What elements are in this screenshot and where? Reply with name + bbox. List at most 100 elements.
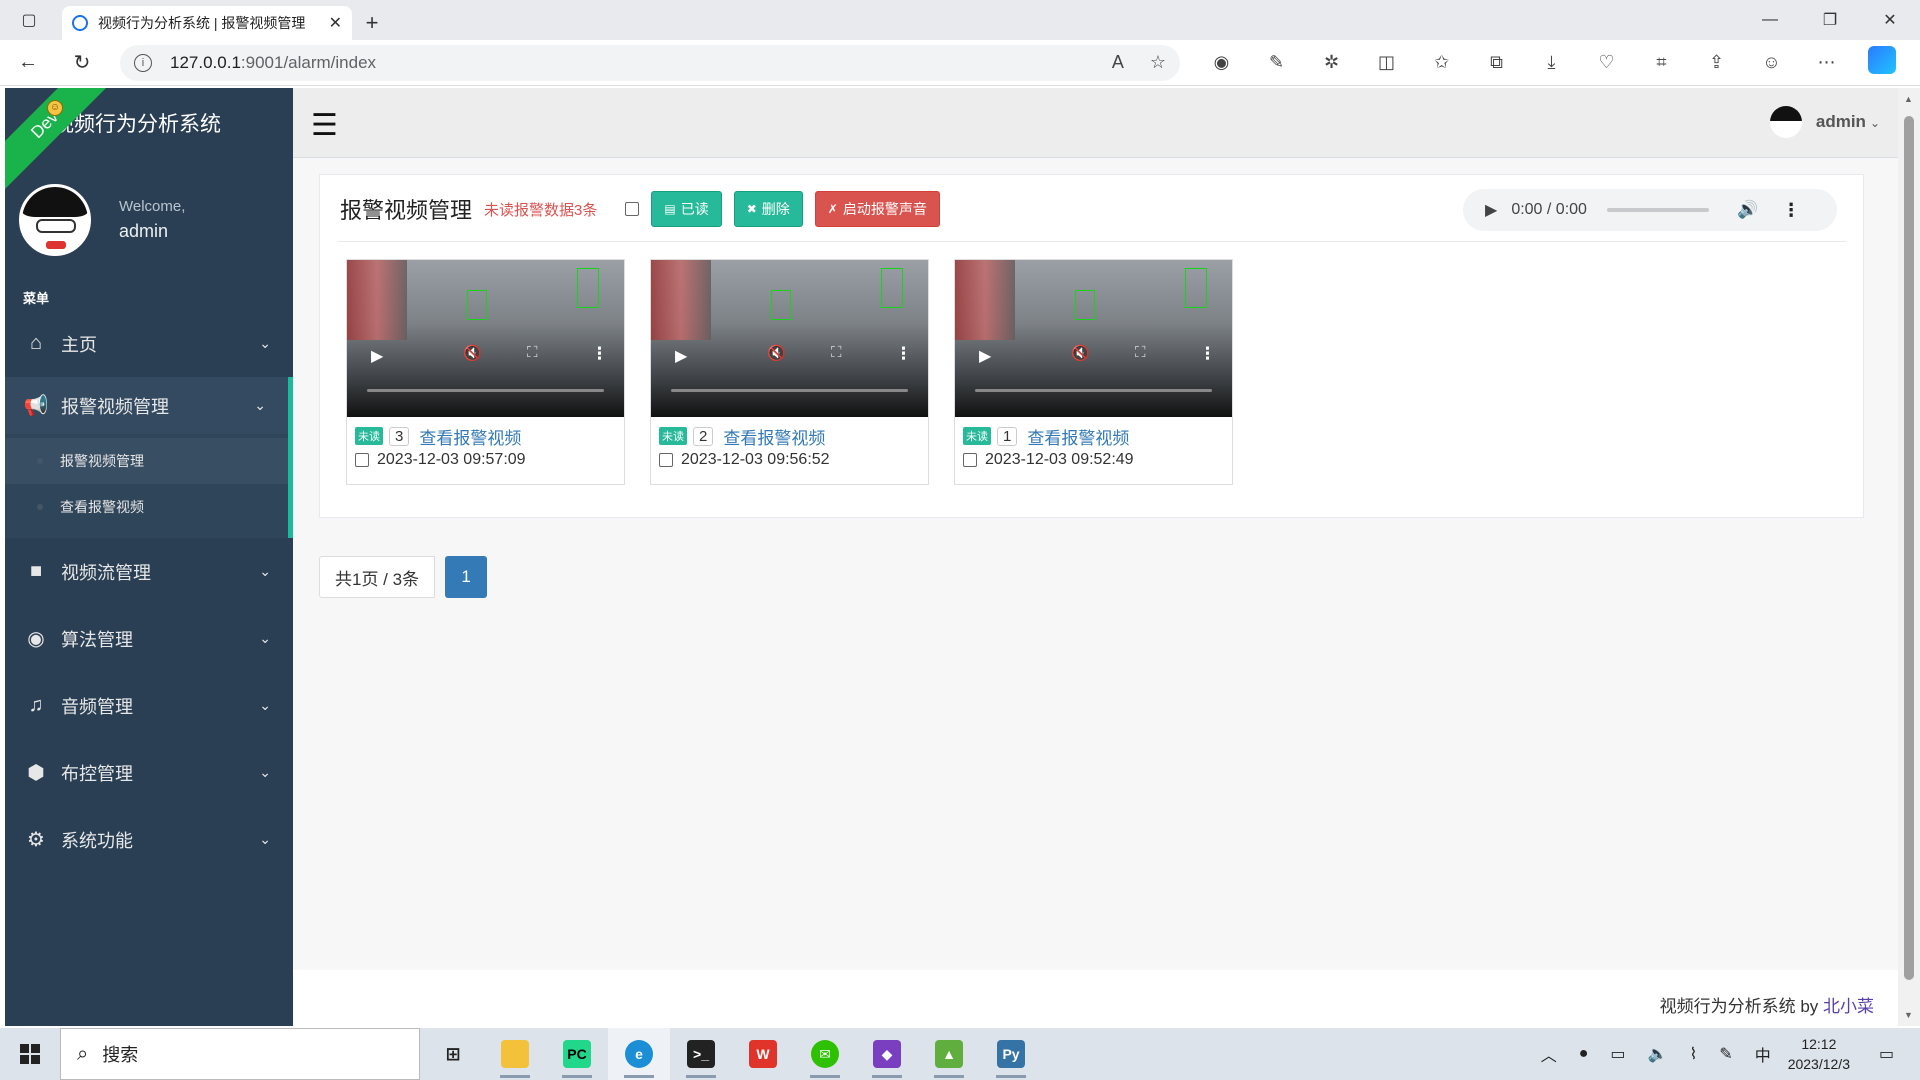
- share-icon[interactable]: ⇪: [1689, 52, 1744, 73]
- terminal-icon[interactable]: >_: [670, 1028, 732, 1080]
- video-mute-icon[interactable]: 🔇: [767, 344, 786, 362]
- file-explorer-icon[interactable]: [484, 1028, 546, 1080]
- video-more-icon[interactable]: ⋮: [895, 344, 912, 364]
- video-play-icon[interactable]: ▶: [675, 346, 687, 366]
- sidebar-item-algorithm[interactable]: ◉ 算法管理 ⌄: [5, 605, 293, 672]
- sidebar-item-home[interactable]: ⌂ 主页 ⌄: [5, 310, 293, 377]
- tray-overflow-icon[interactable]: ︿: [1541, 1042, 1557, 1066]
- python-icon[interactable]: Py: [980, 1028, 1042, 1080]
- url-text[interactable]: 127.0.0.1:9001/alarm/index: [170, 53, 1086, 73]
- submenu-item-view-alarm[interactable]: 查看报警视频: [5, 484, 288, 530]
- start-button[interactable]: [0, 1028, 60, 1080]
- ime-indicator[interactable]: 中: [1755, 1042, 1771, 1066]
- split-screen-icon[interactable]: ◫: [1359, 52, 1414, 73]
- video-play-icon[interactable]: ▶: [371, 346, 383, 366]
- clock[interactable]: 12:12 2023/12/3: [1788, 1034, 1850, 1074]
- card-checkbox[interactable]: [963, 453, 977, 467]
- favorite-star-icon[interactable]: ☆: [1150, 52, 1166, 73]
- video-seek-bar[interactable]: [975, 389, 1212, 392]
- speaker-icon[interactable]: 🔈: [1648, 1044, 1668, 1064]
- video-seek-bar[interactable]: [671, 389, 908, 392]
- scroll-down-icon[interactable]: ▼: [1904, 1010, 1913, 1020]
- browser-tab[interactable]: 视频行为分析系统 | 报警视频管理 ✕: [62, 6, 352, 40]
- url-field[interactable]: i 127.0.0.1:9001/alarm/index A ☆: [120, 44, 1180, 81]
- audio-seek-bar[interactable]: [1606, 208, 1709, 212]
- video-mute-icon[interactable]: 🔇: [463, 344, 482, 362]
- wechat-icon[interactable]: ✉: [794, 1028, 856, 1080]
- video-player[interactable]: ▶ 🔇 ⛶ ⋮: [347, 260, 624, 417]
- download-icon[interactable]: ⤓: [1524, 52, 1579, 73]
- pen-extension-icon[interactable]: ✎: [1249, 52, 1304, 73]
- back-arrow-icon[interactable]: ←: [8, 45, 48, 81]
- battery-icon[interactable]: ▭: [1610, 1044, 1625, 1064]
- performance-icon[interactable]: ♡: [1579, 52, 1634, 73]
- notification-icon[interactable]: ▭: [1879, 1044, 1909, 1064]
- task-view-icon[interactable]: ⊞: [422, 1028, 484, 1080]
- window-close-icon[interactable]: ✕: [1860, 10, 1920, 30]
- visual-studio-icon[interactable]: ◆: [856, 1028, 918, 1080]
- audio-play-icon[interactable]: ▶: [1485, 200, 1497, 220]
- more-menu-icon[interactable]: ⋯: [1799, 52, 1854, 73]
- submenu-item-alarm-manage[interactable]: 报警视频管理: [5, 438, 288, 484]
- mark-read-button[interactable]: ▤ 已读: [651, 191, 722, 227]
- copilot-icon[interactable]: [1854, 46, 1909, 79]
- scroll-up-icon[interactable]: ▲: [1904, 94, 1913, 104]
- sidebar-item-stream[interactable]: ■ 视频流管理 ⌄: [5, 538, 293, 605]
- extensions-icon[interactable]: ✲: [1304, 52, 1359, 73]
- network-icon[interactable]: ⌇: [1689, 1044, 1697, 1064]
- card-checkbox[interactable]: [355, 453, 369, 467]
- pycharm-icon[interactable]: PC: [546, 1028, 608, 1080]
- site-info-icon[interactable]: i: [134, 53, 152, 72]
- page-scrollbar[interactable]: ▲ ▼: [1898, 88, 1920, 1026]
- minimize-icon[interactable]: —: [1740, 11, 1800, 29]
- new-tab-button[interactable]: +: [352, 6, 392, 40]
- tab-close-icon[interactable]: ✕: [329, 13, 342, 33]
- author-link[interactable]: 北小菜: [1823, 997, 1874, 1016]
- card-checkbox[interactable]: [659, 453, 673, 467]
- taskbar-search[interactable]: ⌕ 搜索: [60, 1028, 420, 1080]
- favorites-icon[interactable]: ✩: [1414, 52, 1469, 73]
- video-fullscreen-icon[interactable]: ⛶: [1135, 344, 1146, 361]
- reload-icon[interactable]: ↻: [62, 45, 102, 81]
- collections-icon[interactable]: ⧉: [1469, 52, 1524, 73]
- video-mute-icon[interactable]: 🔇: [1071, 344, 1090, 362]
- image-viewer-icon[interactable]: ▲: [918, 1028, 980, 1080]
- delete-button[interactable]: ✖ 删除: [733, 191, 803, 227]
- user-dropdown[interactable]: admin ⌄: [1816, 112, 1880, 132]
- tray-wechat-icon[interactable]: ●: [1579, 1045, 1589, 1063]
- user-menu[interactable]: admin ⌄: [1769, 106, 1880, 138]
- view-alarm-video-link[interactable]: 查看报警视频: [1027, 424, 1129, 449]
- gear-icon: ⚙: [27, 829, 45, 851]
- pen-icon[interactable]: ✎: [1719, 1044, 1732, 1064]
- read-aloud-icon[interactable]: A: [1112, 52, 1124, 73]
- video-more-icon[interactable]: ⋮: [591, 344, 608, 364]
- video-more-icon[interactable]: ⋮: [1199, 344, 1216, 364]
- sidebar-item-system[interactable]: ⚙ 系统功能 ⌄: [5, 806, 293, 873]
- restore-icon[interactable]: ❐: [1800, 10, 1860, 30]
- color-extension-icon[interactable]: ◉: [1194, 52, 1249, 73]
- view-alarm-video-link[interactable]: 查看报警视频: [419, 424, 521, 449]
- alarm-sound-button[interactable]: ✗ 启动报警声音: [814, 191, 940, 227]
- edge-browser-icon[interactable]: e: [608, 1028, 670, 1080]
- page-button-1[interactable]: 1: [445, 556, 488, 598]
- video-play-icon[interactable]: ▶: [979, 346, 991, 366]
- sidebar-item-alarm-video[interactable]: 📢 报警视频管理 ⌄: [5, 377, 293, 434]
- sidebar-item-audio[interactable]: ♫ 音频管理 ⌄: [5, 672, 293, 739]
- audio-more-icon[interactable]: ⋮: [1782, 200, 1800, 221]
- video-fullscreen-icon[interactable]: ⛶: [831, 344, 842, 361]
- wps-office-icon[interactable]: W: [732, 1028, 794, 1080]
- video-player[interactable]: ▶ 🔇 ⛶ ⋮: [955, 260, 1232, 417]
- view-alarm-video-link[interactable]: 查看报警视频: [723, 424, 825, 449]
- tab-actions-icon[interactable]: ▢: [0, 0, 58, 40]
- menu-toggle-icon[interactable]: ☰: [311, 108, 338, 143]
- screenshot-icon[interactable]: ⌗: [1634, 52, 1689, 73]
- video-seek-bar[interactable]: [367, 389, 604, 392]
- video-player[interactable]: ▶ 🔇 ⛶ ⋮: [651, 260, 928, 417]
- video-fullscreen-icon[interactable]: ⛶: [527, 344, 538, 361]
- unread-count: 未读报警数据3条: [484, 201, 598, 219]
- sidebar-item-control[interactable]: ⬢ 布控管理 ⌄: [5, 739, 293, 806]
- volume-icon[interactable]: 🔊: [1737, 200, 1758, 220]
- select-all-checkbox[interactable]: [625, 202, 640, 216]
- scrollbar-thumb[interactable]: [1904, 116, 1914, 980]
- profile-extension-icon[interactable]: ☺: [1744, 52, 1799, 73]
